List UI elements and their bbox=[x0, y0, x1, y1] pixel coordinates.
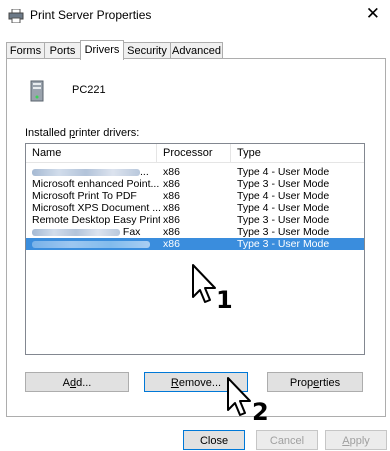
add-button[interactable]: Add... bbox=[25, 372, 129, 392]
driver-type: Type 4 - User Mode bbox=[237, 190, 330, 202]
apply-button[interactable]: Apply bbox=[325, 430, 387, 450]
table-row[interactable]: Microsoft XPS Document ... x86 Type 4 - … bbox=[26, 202, 364, 214]
drivers-list[interactable]: Name Processor Type ... x86 Type 4 - Use… bbox=[25, 143, 365, 355]
driver-processor: x86 bbox=[163, 214, 180, 226]
step-number-2: 2 bbox=[252, 398, 269, 426]
server-name: PC221 bbox=[72, 84, 106, 96]
table-row[interactable]: ... x86 Type 4 - User Mode bbox=[26, 166, 364, 178]
driver-type: Type 4 - User Mode bbox=[237, 202, 330, 214]
driver-processor: x86 bbox=[163, 238, 180, 250]
driver-name: Microsoft Print To PDF bbox=[32, 190, 137, 202]
table-row[interactable]: Microsoft Print To PDF x86 Type 4 - User… bbox=[26, 190, 364, 202]
redacted-text bbox=[32, 168, 140, 176]
driver-processor: x86 bbox=[163, 178, 180, 190]
table-row[interactable]: Microsoft enhanced Point... x86 Type 3 -… bbox=[26, 178, 364, 190]
driver-processor: x86 bbox=[163, 202, 180, 214]
title-bar: Print Server Properties ✕ bbox=[0, 0, 390, 30]
computer-tower-icon bbox=[30, 80, 44, 102]
driver-type: Type 3 - User Mode bbox=[237, 226, 330, 238]
driver-type: Type 3 - User Mode bbox=[237, 178, 330, 190]
window-title: Print Server Properties bbox=[30, 8, 152, 22]
cancel-button[interactable]: Cancel bbox=[256, 430, 318, 450]
table-row-selected[interactable]: x86 Type 3 - User Mode bbox=[26, 238, 364, 250]
driver-type: Type 3 - User Mode bbox=[237, 214, 330, 226]
close-window-button[interactable]: ✕ bbox=[366, 4, 380, 24]
driver-processor: x86 bbox=[163, 166, 180, 178]
step-number-1: 1 bbox=[216, 286, 233, 314]
tab-ports[interactable]: Ports bbox=[44, 42, 81, 59]
close-button[interactable]: Close bbox=[183, 430, 245, 450]
tab-advanced[interactable]: Advanced bbox=[170, 42, 223, 59]
table-row[interactable]: Fax x86 Type 3 - User Mode bbox=[26, 226, 364, 238]
driver-name: Remote Desktop Easy Print bbox=[32, 214, 160, 226]
table-row[interactable]: Remote Desktop Easy Print x86 Type 3 - U… bbox=[26, 214, 364, 226]
driver-name: ... bbox=[32, 166, 160, 178]
driver-processor: x86 bbox=[163, 226, 180, 238]
drivers-list-header: Name Processor Type bbox=[26, 144, 364, 163]
properties-button[interactable]: Properties bbox=[267, 372, 363, 392]
column-header-name[interactable]: Name bbox=[26, 144, 157, 162]
driver-type: Type 4 - User Mode bbox=[237, 166, 330, 178]
driver-name: Fax bbox=[32, 226, 160, 238]
driver-type: Type 3 - User Mode bbox=[237, 238, 330, 250]
redacted-text bbox=[32, 228, 120, 236]
driver-name: Microsoft enhanced Point... bbox=[32, 178, 160, 190]
driver-name bbox=[32, 238, 160, 250]
tab-forms[interactable]: Forms bbox=[6, 42, 45, 59]
driver-processor: x86 bbox=[163, 190, 180, 202]
redacted-text bbox=[32, 240, 150, 248]
column-header-type[interactable]: Type bbox=[231, 144, 364, 162]
tab-security[interactable]: Security bbox=[123, 42, 171, 59]
driver-name: Microsoft XPS Document ... bbox=[32, 202, 160, 214]
tab-drivers[interactable]: Drivers bbox=[80, 40, 124, 60]
printer-icon bbox=[8, 9, 24, 23]
installed-drivers-label: Installed printer drivers: bbox=[25, 127, 140, 139]
column-header-processor[interactable]: Processor bbox=[157, 144, 231, 162]
